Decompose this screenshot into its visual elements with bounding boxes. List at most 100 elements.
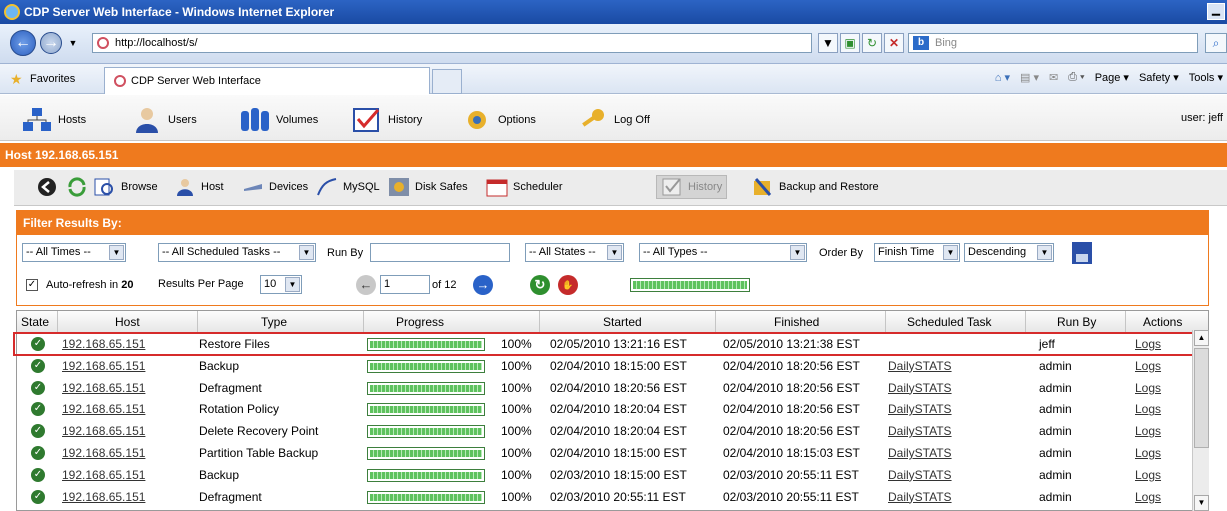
finished-cell: 02/04/2010 18:15:03 EST <box>723 446 860 460</box>
nav-options[interactable]: Options <box>462 107 536 133</box>
tab-backup-restore[interactable]: Backup and Restore <box>752 177 879 197</box>
col-type[interactable]: Type <box>261 315 287 329</box>
col-started[interactable]: Started <box>603 315 642 329</box>
logs-link[interactable]: Logs <box>1135 490 1161 504</box>
scroll-thumb[interactable] <box>1194 348 1209 448</box>
col-actions[interactable]: Actions <box>1143 315 1182 329</box>
col-scheduled-task[interactable]: Scheduled Task <box>907 315 992 329</box>
favorites-button[interactable]: Favorites <box>30 73 75 85</box>
new-tab-button[interactable] <box>432 69 462 94</box>
host-link[interactable]: 192.168.65.151 <box>62 446 145 460</box>
table-row[interactable]: ✓ 192.168.65.151 Partition Table Backup 100… <box>17 442 1192 464</box>
table-row[interactable]: ✓ 192.168.65.151 Rotation Policy 100% 02/04/… <box>17 398 1192 420</box>
search-icon[interactable]: ⌕ <box>1205 33 1227 53</box>
scroll-down-icon[interactable]: ▼ <box>1194 495 1209 511</box>
scheduled-tasks-select[interactable]: -- All Scheduled Tasks -- ▼ <box>158 243 316 262</box>
address-dropdown-icon[interactable]: ▼ <box>818 33 838 53</box>
nav-history[interactable]: History <box>352 107 422 133</box>
host-link[interactable]: 192.168.65.151 <box>62 381 145 395</box>
host-link[interactable]: 192.168.65.151 <box>62 468 145 482</box>
search-input[interactable]: b Bing <box>908 33 1198 53</box>
page-input[interactable]: 1 <box>380 275 430 294</box>
tab-scheduler[interactable]: Scheduler <box>486 177 563 197</box>
progress-fill <box>370 362 482 370</box>
scheduled-task-link[interactable]: DailySTATS <box>888 490 952 504</box>
col-run-by[interactable]: Run By <box>1057 315 1096 329</box>
table-row[interactable]: ✓ 192.168.65.151 Delete Recovery Point 100%… <box>17 420 1192 442</box>
next-page-button[interactable]: → <box>473 275 493 295</box>
host-link[interactable]: 192.168.65.151 <box>62 359 145 373</box>
stop-icon[interactable]: ✕ <box>884 33 904 53</box>
table-row[interactable]: ✓ 192.168.65.151 Backup 100% 02/03/2010 18:1… <box>17 464 1192 486</box>
back-circle-button[interactable] <box>36 177 63 197</box>
refresh-host-button[interactable] <box>66 177 93 197</box>
mail-icon[interactable]: ✉ <box>1049 71 1058 84</box>
nav-users-label: Users <box>168 114 197 126</box>
history-dropdown-icon[interactable]: ▼ <box>66 36 80 50</box>
auto-refresh-checkbox[interactable]: ✓ <box>26 279 38 291</box>
tab-mysql[interactable]: MySQL <box>316 177 380 197</box>
logs-link[interactable]: Logs <box>1135 381 1161 395</box>
logs-link[interactable]: Logs <box>1135 424 1161 438</box>
col-state[interactable]: State <box>21 315 49 329</box>
scroll-up-icon[interactable]: ▲ <box>1194 330 1209 346</box>
table-row[interactable]: ✓ 192.168.65.151 Backup 100% 02/04/2010 18:1… <box>17 355 1192 377</box>
nav-hosts-label: Hosts <box>58 114 87 126</box>
host-link[interactable]: 192.168.65.151 <box>62 490 145 504</box>
print-icon[interactable]: ⎙ ▾ <box>1068 71 1084 84</box>
logs-link[interactable]: Logs <box>1135 402 1161 416</box>
logs-link[interactable]: Logs <box>1135 468 1161 482</box>
url-field[interactable]: http://localhost/s/ <box>92 33 812 53</box>
host-link[interactable]: 192.168.65.151 <box>62 402 145 416</box>
back-button[interactable]: ← <box>10 30 36 56</box>
logs-link[interactable]: Logs <box>1135 359 1161 373</box>
scheduled-task-link[interactable]: DailySTATS <box>888 381 952 395</box>
refresh-icon[interactable]: ↻ <box>862 33 882 53</box>
tab-disk-safes[interactable]: Disk Safes <box>388 177 468 197</box>
refresh-results-button[interactable]: ↻ <box>530 275 550 295</box>
table-row[interactable]: ✓ 192.168.65.151 Defragment 100% 02/04/2010 … <box>17 377 1192 399</box>
nav-hosts[interactable]: Hosts <box>22 107 86 133</box>
nav-logoff[interactable]: Log Off <box>578 107 650 133</box>
col-progress[interactable]: Progress <box>396 315 444 329</box>
tab-history[interactable]: History <box>656 175 728 199</box>
states-select[interactable]: -- All States -- ▼ <box>525 243 624 262</box>
forward-button[interactable]: → <box>40 32 62 54</box>
times-select[interactable]: -- All Times -- ▼ <box>22 243 126 262</box>
scheduled-task-link[interactable]: DailySTATS <box>888 468 952 482</box>
direction-select[interactable]: Descending ▼ <box>964 243 1054 262</box>
browser-tab[interactable]: CDP Server Web Interface <box>104 67 430 94</box>
col-host[interactable]: Host <box>115 315 140 329</box>
order-by-select[interactable]: Finish Time ▼ <box>874 243 960 262</box>
minimize-button[interactable]: ▁ <box>1207 3 1225 20</box>
host-link[interactable]: 192.168.65.151 <box>62 424 145 438</box>
logs-link[interactable]: Logs <box>1135 446 1161 460</box>
compatibility-icon[interactable]: ▣ <box>840 33 860 53</box>
tab-devices[interactable]: Devices <box>242 177 308 197</box>
home-icon[interactable]: ⌂ ▾ <box>995 71 1010 84</box>
table-row[interactable]: ✓ 192.168.65.151 Defragment 100% 02/03/2010 … <box>17 486 1192 508</box>
run-by-input[interactable] <box>370 243 510 262</box>
stop-button[interactable]: ✋ <box>558 275 578 295</box>
results-per-page-select[interactable]: 10 ▼ <box>260 275 302 294</box>
col-finished[interactable]: Finished <box>774 315 819 329</box>
started-cell: 02/04/2010 18:15:00 EST <box>550 446 687 460</box>
table-scrollbar[interactable]: ▲ ▼ <box>1192 330 1209 511</box>
export-icon[interactable] <box>1071 241 1093 265</box>
safety-menu[interactable]: Safety ▾ <box>1139 71 1179 84</box>
scheduled-task-link[interactable]: DailySTATS <box>888 446 952 460</box>
results-per-page-label: Results Per Page <box>158 278 244 290</box>
scheduled-task-link[interactable]: DailySTATS <box>888 402 952 416</box>
nav-volumes[interactable]: Volumes <box>240 107 318 133</box>
tools-menu[interactable]: Tools ▾ <box>1189 71 1223 84</box>
scheduled-task-link[interactable]: DailySTATS <box>888 424 952 438</box>
prev-page-button[interactable]: ← <box>356 275 376 295</box>
scheduled-task-link[interactable]: DailySTATS <box>888 359 952 373</box>
page-menu[interactable]: Page ▾ <box>1095 71 1129 84</box>
favorites-star-icon[interactable]: ★ <box>10 71 23 88</box>
feeds-icon[interactable]: ▤ ▾ <box>1020 71 1039 84</box>
tab-browse[interactable]: Browse <box>94 177 158 197</box>
types-select[interactable]: -- All Types -- ▼ <box>639 243 807 262</box>
tab-host[interactable]: Host <box>174 177 224 197</box>
nav-users[interactable]: Users <box>132 107 197 133</box>
